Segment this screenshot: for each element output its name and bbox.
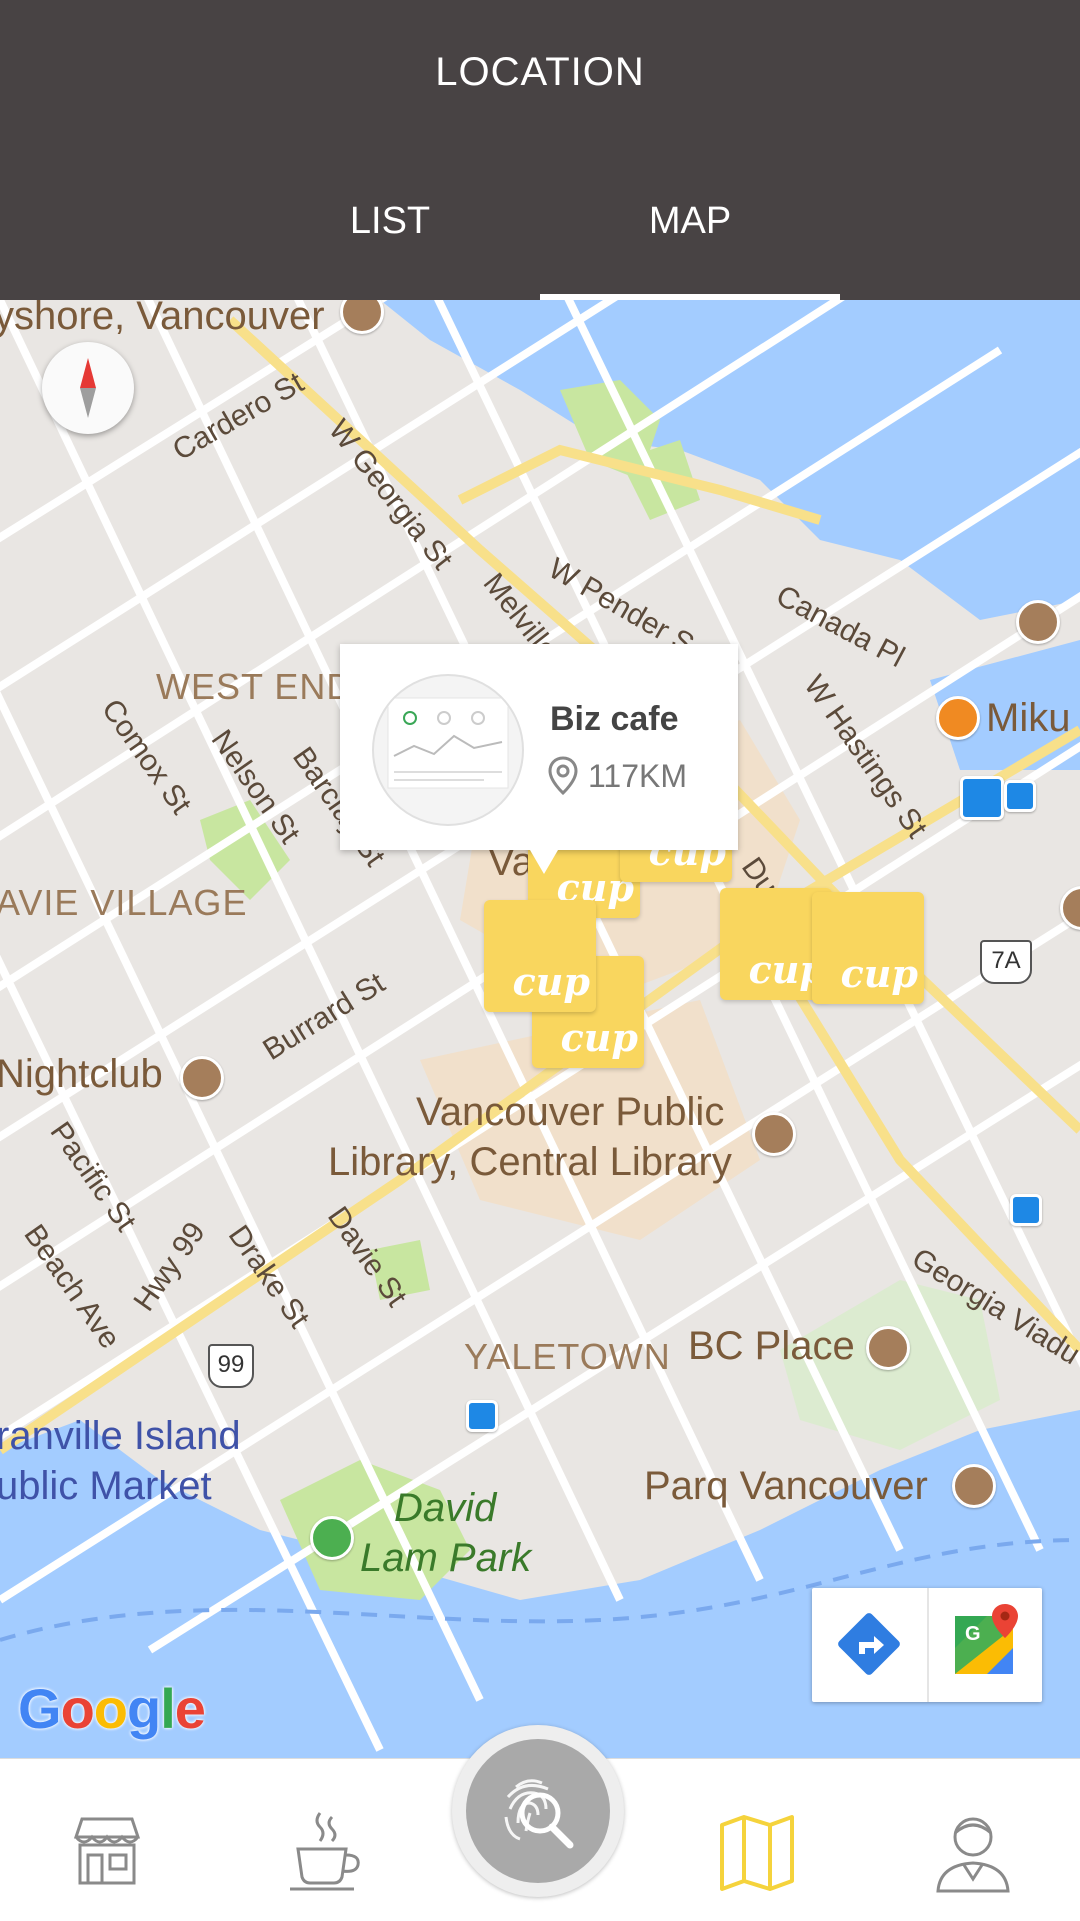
map-label-yaletown: YALETOWN bbox=[464, 1336, 671, 1377]
store-icon bbox=[73, 1817, 141, 1885]
nightclub-icon bbox=[180, 1056, 224, 1100]
map-view[interactable]: yshore, Vancouver WEST END AVIE VILLAGE … bbox=[0, 300, 1080, 1758]
map-label-granville-line1: ranville Island bbox=[0, 1414, 241, 1458]
map-label-nightclub: Nightclub bbox=[0, 1052, 163, 1096]
tab-map[interactable]: MAP bbox=[540, 200, 840, 243]
bus-icon bbox=[960, 776, 1004, 820]
map-icon bbox=[720, 1815, 794, 1891]
map-label-library-line2: Library, Central Library bbox=[328, 1140, 732, 1184]
open-google-maps-button[interactable]: G bbox=[927, 1588, 1042, 1702]
cafe-marker[interactable]: cup bbox=[812, 892, 924, 1004]
map-label-david-lam-line2: Lam Park bbox=[360, 1536, 532, 1580]
svg-text:G: G bbox=[965, 1623, 981, 1645]
library-icon bbox=[752, 1112, 796, 1156]
distance-row: 117KM bbox=[546, 756, 687, 796]
nav-profile[interactable] bbox=[928, 1807, 1018, 1897]
nav-coffee[interactable] bbox=[280, 1807, 370, 1897]
cafe-marker[interactable]: cup bbox=[484, 900, 596, 1012]
marker-label: cup bbox=[512, 959, 590, 1004]
map-actions: G bbox=[812, 1588, 1042, 1702]
map-label-granville-line2: ublic Market bbox=[0, 1464, 212, 1508]
google-maps-icon: G bbox=[955, 1604, 1018, 1674]
directions-icon bbox=[838, 1613, 900, 1675]
map-label-bc-place: BC Place bbox=[688, 1324, 855, 1368]
marker-label: cup bbox=[560, 1015, 638, 1060]
tab-list[interactable]: LIST bbox=[240, 200, 540, 243]
cafe-thumbnail bbox=[372, 674, 524, 826]
nav-map[interactable] bbox=[712, 1807, 802, 1897]
cafe-distance: 117KM bbox=[588, 757, 688, 794]
restaurant-icon bbox=[936, 696, 980, 740]
highway-shield-99: 99 bbox=[208, 1344, 254, 1388]
map-label-davie-village: AVIE VILLAGE bbox=[0, 882, 248, 923]
map-label-parq: Parq Vancouver bbox=[644, 1464, 928, 1508]
cafe-name: Biz cafe bbox=[550, 700, 679, 738]
map-label-miku: Miku bbox=[986, 696, 1071, 740]
stadium-icon bbox=[866, 1326, 910, 1370]
page-title: LOCATION bbox=[435, 50, 645, 94]
scan-button[interactable] bbox=[452, 1725, 624, 1897]
map-label-library-line1: Vancouver Public bbox=[416, 1090, 725, 1134]
nav-store[interactable] bbox=[62, 1807, 152, 1897]
compass-button[interactable] bbox=[42, 342, 134, 434]
compass-icon bbox=[80, 358, 96, 418]
map-label-david-lam-line1: David bbox=[394, 1486, 497, 1530]
metro-icon bbox=[1004, 780, 1036, 812]
map-label-west-end: WEST END bbox=[156, 666, 354, 707]
profile-icon bbox=[936, 1817, 1010, 1893]
header: LOCATION LIST MAP bbox=[0, 0, 1080, 300]
google-logo: Google bbox=[18, 1677, 206, 1740]
highway-shield-7a: 7A bbox=[980, 940, 1032, 984]
marker-label: cup bbox=[840, 951, 918, 996]
park-icon bbox=[310, 1516, 354, 1560]
directions-button[interactable] bbox=[812, 1588, 927, 1702]
metro-icon bbox=[1010, 1194, 1042, 1226]
poi-icon bbox=[1016, 600, 1060, 644]
map-label-bayshore: yshore, Vancouver bbox=[0, 300, 325, 338]
location-pin-icon bbox=[548, 756, 578, 796]
cafe-info-popup[interactable]: Biz cafe 117KM bbox=[340, 644, 738, 874]
metro-icon bbox=[466, 1400, 498, 1432]
fingerprint-search-icon bbox=[504, 1779, 574, 1849]
casino-icon bbox=[952, 1464, 996, 1508]
coffee-cup-icon bbox=[290, 1812, 360, 1891]
